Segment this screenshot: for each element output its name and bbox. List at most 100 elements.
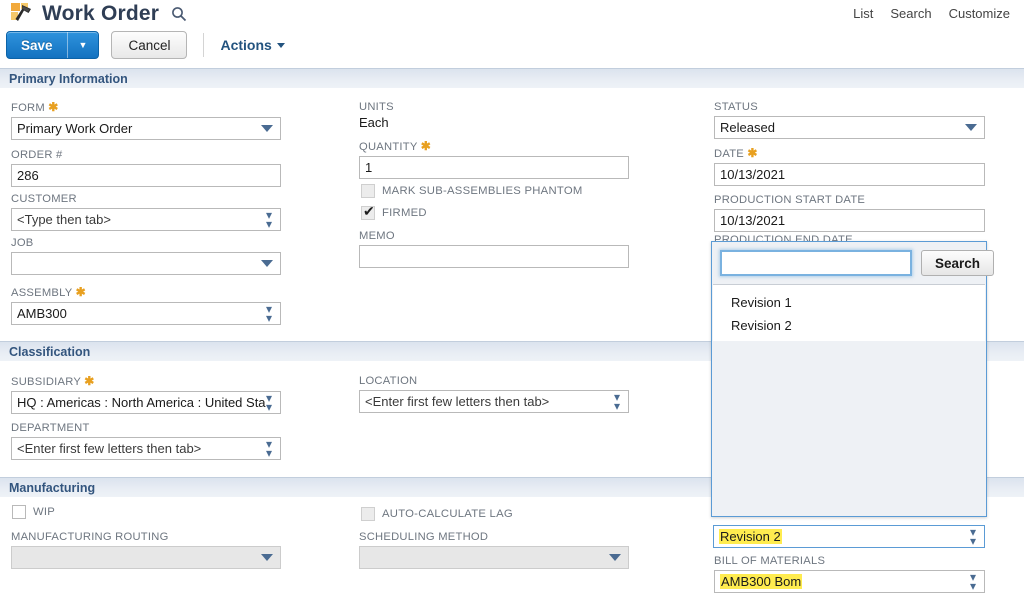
field-bill-of-materials-highlight: AMB300 Bom [720, 574, 803, 589]
double-chevron-down-icon[interactable]: ▾ ▾ [266, 438, 272, 459]
work-order-page: Work Order List Search Customize Save ▼ … [0, 0, 1024, 597]
double-chevron-down-icon[interactable]: ▾ ▾ [970, 526, 976, 547]
popup-search-field[interactable] [720, 250, 912, 276]
page-title: Work Order [42, 2, 160, 25]
field-subsidiary-input[interactable]: HQ : Americas : North America : United S… [11, 391, 281, 414]
field-assembly: ASSEMBLY ✱ AMB300 ▾ ▾ [11, 285, 281, 325]
field-customer-input[interactable]: <Type then tab> ▾ ▾ [11, 208, 281, 231]
field-production-start-date-label: PRODUCTION START DATE [714, 194, 866, 206]
field-memo-input[interactable] [359, 245, 629, 268]
action-button-row: Save ▼ Cancel Actions [6, 31, 285, 59]
search-icon[interactable] [171, 6, 187, 22]
actions-menu-label: Actions [220, 37, 272, 53]
actions-menu-button[interactable]: Actions [220, 31, 285, 59]
popup-option-list: Revision 1 Revision 2 [713, 284, 985, 341]
field-quantity-input[interactable]: 1 [359, 156, 629, 179]
field-customer-label: CUSTOMER [11, 193, 77, 205]
required-marker: ✱ [75, 285, 86, 299]
caret-down-icon [276, 42, 285, 48]
checkbox-mark-subassemblies-phantom[interactable]: MARK SUB-ASSEMBLIES PHANTOM [361, 184, 583, 198]
field-date: DATE ✱ 10/13/2021 [714, 146, 985, 186]
field-bill-of-materials: BILL OF MATERIALS AMB300 Bom ▾ ▾ [714, 554, 985, 593]
field-production-start-date: PRODUCTION START DATE 10/13/2021 [714, 193, 985, 232]
field-department-input[interactable]: <Enter first few letters then tab> ▾ ▾ [11, 437, 281, 460]
double-chevron-down-icon[interactable]: ▾ ▾ [266, 392, 272, 413]
popup-search-input[interactable] [726, 253, 906, 273]
field-subsidiary-value: HQ : Americas : North America : United S… [17, 395, 266, 410]
nav-link-search[interactable]: Search [890, 6, 931, 21]
checkbox-box[interactable] [361, 184, 375, 198]
field-assembly-input[interactable]: AMB300 ▾ ▾ [11, 302, 281, 325]
checkbox-box[interactable] [361, 507, 375, 521]
checkbox-auto-calculate-lag[interactable]: AUTO-CALCULATE LAG [361, 507, 513, 521]
required-marker: ✱ [84, 374, 95, 388]
field-location-label: LOCATION [359, 375, 418, 387]
field-form-input[interactable]: Primary Work Order [11, 117, 281, 140]
nav-link-list[interactable]: List [853, 6, 873, 21]
popup-option-revision-1[interactable]: Revision 1 [713, 291, 985, 314]
page-title-row: Work Order [10, 0, 187, 28]
popup-inner: Search Revision 1 Revision 2 [712, 242, 995, 516]
popup-empty-area [712, 341, 986, 516]
field-bill-of-materials-input[interactable]: AMB300 Bom ▾ ▾ [714, 570, 985, 593]
field-quantity-label: QUANTITY ✱ [359, 139, 432, 153]
field-revision-highlight: Revision 2 [719, 529, 782, 544]
caret-down-icon[interactable] [609, 554, 621, 561]
field-manufacturing-routing: MANUFACTURING ROUTING [11, 530, 281, 569]
checkbox-box[interactable] [12, 505, 26, 519]
field-job-label: JOB [11, 237, 34, 249]
field-quantity: QUANTITY ✱ 1 [359, 139, 629, 179]
caret-down-icon[interactable] [261, 260, 273, 267]
checkbox-firmed[interactable]: ✔ FIRMED [361, 203, 427, 220]
field-order-number: ORDER # 286 [11, 148, 281, 187]
field-subsidiary-label: SUBSIDIARY ✱ [11, 374, 95, 388]
field-department: DEPARTMENT <Enter first few letters then… [11, 421, 281, 460]
field-revision: Revision 2 ▾ ▾ [713, 523, 985, 548]
checkbox-mark-subassemblies-phantom-label: MARK SUB-ASSEMBLIES PHANTOM [382, 185, 583, 197]
field-form: FORM ✱ Primary Work Order [11, 100, 281, 140]
double-chevron-down-icon[interactable]: ▾ ▾ [970, 571, 976, 592]
double-chevron-down-icon[interactable]: ▾ ▾ [266, 209, 272, 230]
nav-link-customize[interactable]: Customize [949, 6, 1010, 21]
field-status-input[interactable]: Released [714, 116, 985, 139]
field-date-input[interactable]: 10/13/2021 [714, 163, 985, 186]
section-header-primary-information: Primary Information [0, 68, 1024, 89]
field-order-number-label: ORDER # [11, 149, 63, 161]
cancel-button[interactable]: Cancel [111, 31, 188, 59]
popup-option-revision-2[interactable]: Revision 2 [713, 314, 985, 337]
field-department-value: <Enter first few letters then tab> [17, 441, 202, 456]
field-revision-input[interactable]: Revision 2 ▾ ▾ [713, 525, 985, 548]
field-production-start-date-input[interactable]: 10/13/2021 [714, 209, 985, 232]
field-customer: CUSTOMER <Type then tab> ▾ ▾ [11, 192, 281, 231]
double-chevron-down-icon[interactable]: ▾ ▾ [614, 391, 620, 412]
field-location-input[interactable]: <Enter first few letters then tab> ▾ ▾ [359, 390, 629, 413]
double-chevron-down-icon[interactable]: ▾ ▾ [266, 303, 272, 324]
field-bill-of-materials-label: BILL OF MATERIALS [714, 555, 826, 567]
popup-search-button[interactable]: Search [921, 250, 995, 276]
field-order-number-input[interactable]: 286 [11, 164, 281, 187]
checkbox-wip-label: WIP [33, 506, 56, 518]
required-marker: ✱ [747, 146, 758, 160]
checkbox-box[interactable]: ✔ [361, 203, 375, 220]
field-units-value: Each [359, 115, 389, 130]
caret-down-icon[interactable] [261, 125, 273, 132]
caret-down-icon[interactable] [261, 554, 273, 561]
field-manufacturing-routing-input[interactable] [11, 546, 281, 569]
checkbox-firmed-label: FIRMED [382, 207, 427, 219]
checkbox-auto-calculate-lag-label: AUTO-CALCULATE LAG [382, 508, 513, 520]
field-assembly-value: AMB300 [17, 306, 67, 321]
field-scheduling-method-label: SCHEDULING METHOD [359, 531, 489, 543]
field-status-value: Released [720, 120, 775, 135]
field-manufacturing-routing-label: MANUFACTURING ROUTING [11, 531, 169, 543]
field-form-label: FORM ✱ [11, 100, 59, 114]
field-job-input[interactable] [11, 252, 281, 275]
revision-search-popup: Search Revision 1 Revision 2 [711, 241, 995, 517]
field-memo-label: MEMO [359, 230, 395, 242]
checkbox-wip[interactable]: WIP [12, 505, 55, 519]
field-order-number-value: 286 [17, 168, 39, 183]
caret-down-icon[interactable] [965, 124, 977, 131]
save-button[interactable]: Save ▼ [6, 31, 100, 59]
field-scheduling-method-input[interactable] [359, 546, 629, 569]
caret-down-icon[interactable]: ▼ [68, 32, 99, 58]
check-icon: ✔ [363, 203, 375, 219]
